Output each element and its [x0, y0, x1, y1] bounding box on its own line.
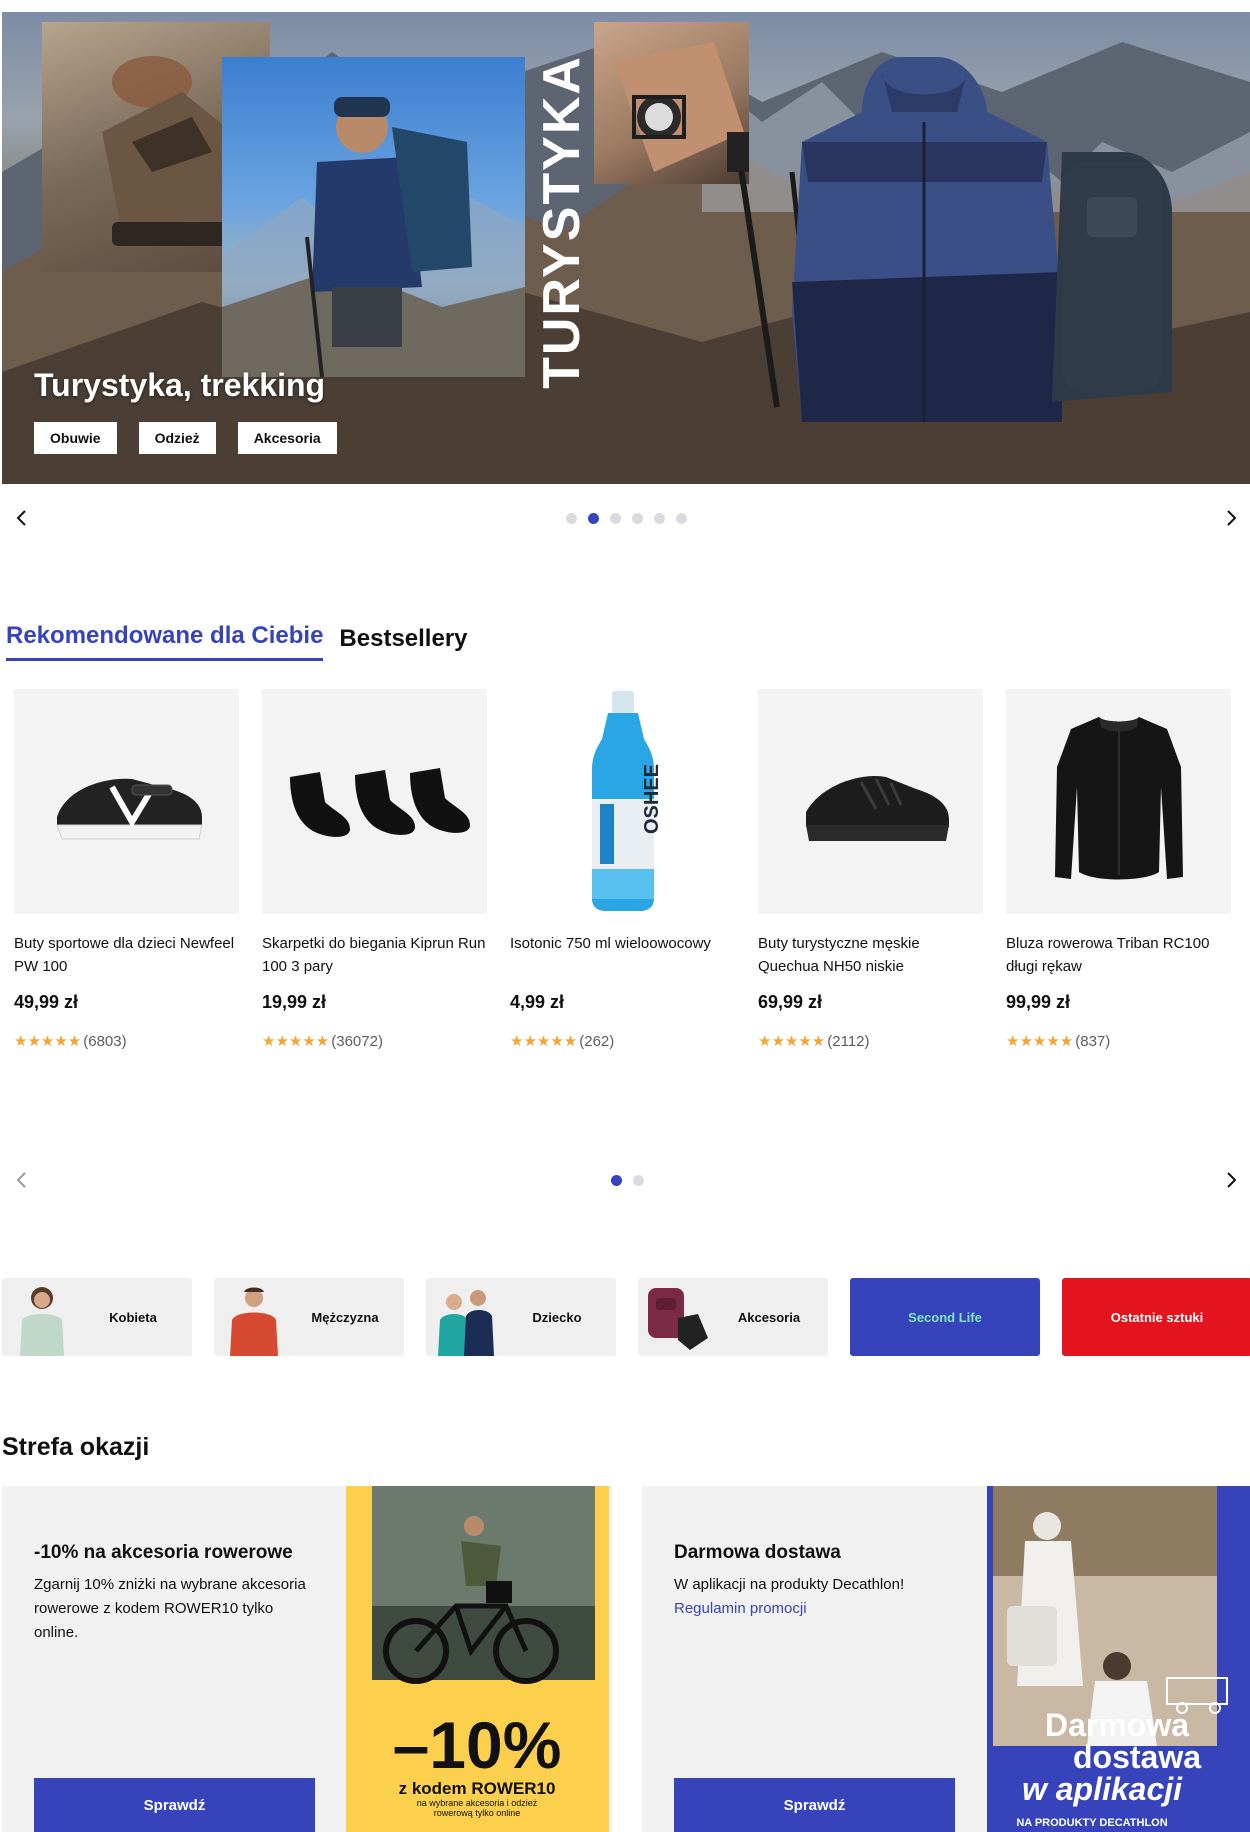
product-price: 99,99 zł: [1006, 992, 1071, 1012]
product-tabs: Rekomendowane dla Ciebie Bestsellery: [6, 622, 468, 661]
product-price: 19,99 zł: [262, 992, 327, 1012]
hero-dot-2[interactable]: [588, 513, 599, 524]
products-dot-1[interactable]: [611, 1175, 622, 1186]
delivery-promo-image[interactable]: Darmowa dostawa w aplikacji NA PRODUKTY …: [987, 1486, 1250, 1832]
section-title: Strefa okazji: [2, 1433, 150, 1461]
product-name[interactable]: Skarpetki do biegania Kiprun Run 100 3 p…: [262, 932, 487, 978]
star-icon: ★★★★★: [262, 1033, 330, 1050]
accessories-icon: [638, 1278, 718, 1356]
promo-description: Zgarnij 10% zniżki na wybrane akcesoria …: [34, 1576, 306, 1641]
category-akcesoria[interactable]: Akcesoria: [638, 1278, 828, 1356]
socks-icon[interactable]: [262, 689, 487, 914]
star-icon: ★★★★★: [758, 1033, 826, 1050]
category-label: Ostatnie sztuki: [1110, 1309, 1204, 1325]
promo-check-button[interactable]: Sprawdź: [34, 1778, 315, 1832]
promo-line2: dostawa: [1073, 1739, 1201, 1775]
review-count: (6803): [83, 1032, 127, 1050]
promo-text: -10% na akcesoria rowerowe Zgarnij 10% z…: [34, 1542, 314, 1645]
product-name[interactable]: Buty turystyczne męskie Quechua NH50 nis…: [758, 932, 983, 978]
tab-recommended[interactable]: Rekomendowane dla Ciebie: [6, 622, 324, 661]
bottle-brand-label: OSHEE: [641, 764, 663, 834]
hero-dot-3[interactable]: [610, 513, 621, 524]
jacket-image: [792, 57, 1172, 422]
promo-line1: Darmowa: [1045, 1707, 1189, 1743]
star-icon: ★★★★★: [14, 1033, 82, 1050]
category-ostatnie-sztuki[interactable]: Ostatnie sztuki: [1062, 1278, 1250, 1356]
product-price: 49,99 zł: [14, 992, 79, 1012]
product-card[interactable]: OSHEE Isotonic 750 ml wieloowocowy 4,99 …: [510, 689, 735, 1050]
hero-dot-4[interactable]: [632, 513, 643, 524]
promo-title: -10% na akcesoria rowerowe: [34, 1542, 293, 1563]
product-rating: ★★★★★ (36072): [262, 1032, 487, 1051]
product-name[interactable]: Bluza rowerowa Triban RC100 długi rękaw: [1006, 932, 1231, 978]
tab-bestsellers[interactable]: Bestsellery: [339, 625, 467, 661]
category-tiles: Kobieta Mężczyzna Dziecko Akcesoria Seco…: [2, 1278, 1250, 1356]
category-label: Second Life: [908, 1309, 982, 1325]
hero-button-akcesoria[interactable]: Akcesoria: [237, 422, 337, 454]
woman-icon: [2, 1278, 82, 1356]
star-icon: ★★★★★: [510, 1033, 578, 1050]
category-label: Dziecko: [532, 1309, 582, 1325]
category-label: Kobieta: [109, 1309, 157, 1325]
kids-icon: [426, 1278, 506, 1356]
products-dot-2[interactable]: [633, 1175, 644, 1186]
product-price: 69,99 zł: [758, 992, 823, 1012]
hero-title: Turystyka, trekking: [34, 367, 326, 403]
products-prev-arrow-icon[interactable]: [10, 1168, 34, 1192]
star-icon: ★★★★★: [1006, 1033, 1074, 1050]
promo-card-delivery[interactable]: Darmowa dostawa W aplikacji na produkty …: [642, 1486, 1250, 1832]
product-name[interactable]: Buty sportowe dla dzieci Newfeel PW 100: [14, 932, 239, 978]
promo-title: Darmowa dostawa: [674, 1542, 841, 1563]
promo-check-button[interactable]: Sprawdź: [674, 1778, 955, 1832]
hero-dot-1[interactable]: [566, 513, 577, 524]
product-card[interactable]: Skarpetki do biegania Kiprun Run 100 3 p…: [262, 689, 487, 1050]
hero-dot-5[interactable]: [654, 513, 665, 524]
promo-small-text: na wybrane akcesoria i odzież rowerową t…: [416, 1798, 538, 1818]
product-rating: ★★★★★ (6803): [14, 1032, 239, 1051]
promo-terms-link[interactable]: Regulamin promocji: [674, 1597, 954, 1621]
bottle-icon[interactable]: OSHEE: [510, 689, 735, 914]
product-rating: ★★★★★ (2112): [758, 1032, 983, 1051]
bike-promo-image[interactable]: –10% z kodem ROWER10 na wybrane akcesori…: [346, 1486, 609, 1832]
hero-buttons: Obuwie Odzież Akcesoria: [34, 422, 337, 454]
category-mezczyzna[interactable]: Mężczyzna: [214, 1278, 404, 1356]
promo-card-bike[interactable]: -10% na akcesoria rowerowe Zgarnij 10% z…: [2, 1486, 612, 1832]
review-count: (2112): [827, 1032, 870, 1050]
promo-big-text: –10%: [393, 1708, 562, 1782]
hero-button-odziez[interactable]: Odzież: [138, 422, 216, 454]
category-kobieta[interactable]: Kobieta: [2, 1278, 192, 1356]
category-second-life[interactable]: Second Life: [850, 1278, 1040, 1356]
hero-banner[interactable]: TURYSTYKA Turystyka, trekking Obuwie Odz…: [2, 12, 1250, 484]
category-label: Mężczyzna: [311, 1309, 379, 1325]
review-count: (837): [1075, 1032, 1111, 1050]
promo-description: W aplikacji na produkty Decathlon!: [674, 1576, 905, 1593]
product-rating: ★★★★★ (262): [510, 1032, 735, 1051]
promo-text: Darmowa dostawa W aplikacji na produkty …: [674, 1542, 954, 1621]
products-next-arrow-icon[interactable]: [1219, 1168, 1243, 1192]
product-card[interactable]: Bluza rowerowa Triban RC100 długi rękaw …: [1006, 689, 1231, 1050]
kids-shoe-icon[interactable]: [14, 689, 239, 914]
product-card[interactable]: Buty sportowe dla dzieci Newfeel PW 100 …: [14, 689, 239, 1050]
hero-dot-6[interactable]: [676, 513, 687, 524]
jersey-icon[interactable]: [1006, 689, 1231, 914]
hero-prev-arrow-icon[interactable]: [10, 506, 34, 530]
hiking-shoe-icon[interactable]: [758, 689, 983, 914]
product-rating: ★★★★★ (837): [1006, 1032, 1231, 1051]
product-price: 4,99 zł: [510, 992, 565, 1012]
product-carousel: Buty sportowe dla dzieci Newfeel PW 100 …: [14, 689, 1244, 1089]
category-label: Akcesoria: [737, 1309, 801, 1325]
hero-next-arrow-icon[interactable]: [1219, 506, 1243, 530]
hero-button-obuwie[interactable]: Obuwie: [34, 422, 117, 454]
products-pagination: [611, 1175, 644, 1186]
hero-pagination: [566, 513, 687, 524]
product-card[interactable]: Buty turystyczne męskie Quechua NH50 nis…: [758, 689, 983, 1050]
promo-small-text: NA PRODUKTY DECATHLON: [1016, 1817, 1167, 1829]
promo-code-text: z kodem ROWER10: [399, 1779, 556, 1798]
category-dziecko[interactable]: Dziecko: [426, 1278, 616, 1356]
review-count: (36072): [331, 1032, 383, 1050]
product-name[interactable]: Isotonic 750 ml wieloowocowy: [510, 932, 735, 978]
man-icon: [214, 1278, 294, 1356]
promo-line3: w aplikacji: [1022, 1771, 1183, 1807]
review-count: (262): [579, 1032, 615, 1050]
